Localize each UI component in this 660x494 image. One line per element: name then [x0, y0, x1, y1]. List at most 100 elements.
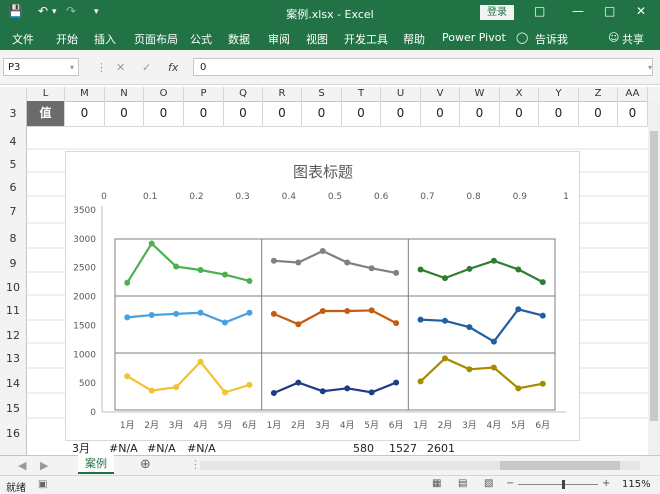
row-header[interactable]: 4	[0, 135, 26, 148]
name-box-dropdown-icon[interactable]: ▾	[70, 63, 74, 72]
table-cell[interactable]: 0	[421, 101, 460, 126]
row-header[interactable]: 14	[0, 377, 26, 390]
value-label-cell[interactable]: 值	[27, 101, 65, 126]
select-all-corner[interactable]	[0, 87, 27, 101]
macro-record-icon[interactable]: ▣	[38, 479, 47, 490]
sheet-tab-active[interactable]: 案例	[78, 455, 114, 474]
tab-power-pivot[interactable]: Power Pivot	[442, 31, 506, 44]
table-cell[interactable]: 0	[342, 101, 381, 126]
table-cell[interactable]: 3月	[72, 442, 90, 455]
cancel-icon[interactable]: ✕	[116, 61, 125, 74]
row-header[interactable]: 10	[0, 281, 26, 294]
table-cell[interactable]: 0	[184, 101, 224, 126]
row-header[interactable]: 5	[0, 158, 26, 171]
row-header[interactable]: 15	[0, 402, 26, 415]
prev-sheet-icon[interactable]: ◀	[18, 459, 26, 472]
next-sheet-icon[interactable]: ▶	[40, 459, 48, 472]
tab-home[interactable]: 开始	[56, 31, 78, 47]
login-button[interactable]: 登录	[480, 5, 514, 20]
zoom-slider-thumb[interactable]	[562, 480, 565, 489]
table-cell[interactable]: 0	[500, 101, 539, 126]
table-cell[interactable]: 2601	[427, 442, 455, 455]
tab-view[interactable]: 视图	[306, 31, 328, 47]
page-layout-view-icon[interactable]: ▤	[458, 478, 467, 489]
col-header[interactable]: S	[302, 87, 342, 101]
row-header[interactable]: 11	[0, 304, 26, 317]
tab-file[interactable]: 文件	[12, 31, 34, 47]
insert-function-icon[interactable]: fx	[168, 61, 178, 74]
zoom-in-icon[interactable]: +	[602, 478, 610, 489]
minimize-icon[interactable]: —	[572, 4, 584, 18]
row-header[interactable]: 3	[0, 107, 26, 120]
tab-page-layout[interactable]: 页面布局	[134, 31, 178, 47]
row-header[interactable]: 12	[0, 329, 26, 342]
tab-help[interactable]: 帮助	[403, 31, 425, 47]
tell-me-search[interactable]: 告诉我	[535, 31, 568, 47]
chart-area[interactable]: 图表标题 0 0.1 0.2 0.3 0.4 0.5 0.6 0.7 0.8 0.9 1 3500 300…	[65, 151, 580, 441]
col-header[interactable]: L	[27, 87, 65, 101]
col-header[interactable]: X	[500, 87, 539, 101]
enter-icon[interactable]: ✓	[142, 61, 151, 74]
y-axis-tick-label: 3500	[73, 206, 96, 216]
table-cell[interactable]: 0	[302, 101, 342, 126]
col-header[interactable]: T	[342, 87, 381, 101]
col-header[interactable]: V	[421, 87, 460, 101]
table-cell[interactable]: #N/A	[187, 442, 216, 455]
row-header[interactable]: 16	[0, 427, 26, 440]
col-header[interactable]: O	[144, 87, 184, 101]
table-cell[interactable]: #N/A	[109, 442, 138, 455]
table-cell[interactable]: 0	[144, 101, 184, 126]
row-header[interactable]: 13	[0, 352, 26, 365]
table-cell[interactable]: 0	[224, 101, 263, 126]
col-header[interactable]: Y	[539, 87, 579, 101]
share-button[interactable]: 共享	[622, 31, 644, 47]
row-header[interactable]: 7	[0, 205, 26, 218]
maximize-icon[interactable]: □	[604, 4, 615, 18]
table-cell[interactable]: 0	[460, 101, 500, 126]
zoom-slider[interactable]	[518, 480, 598, 489]
tab-insert[interactable]: 插入	[94, 31, 116, 47]
tab-review[interactable]: 审阅	[268, 31, 290, 47]
vertical-scrollbar[interactable]	[648, 101, 660, 455]
normal-view-icon[interactable]: ▦	[432, 478, 441, 489]
row-header[interactable]: 9	[0, 257, 26, 270]
col-header[interactable]: M	[65, 87, 105, 101]
ribbon-display-icon[interactable]: □	[534, 4, 545, 18]
expand-formula-icon[interactable]: ▾	[648, 63, 652, 72]
vertical-scroll-thumb[interactable]	[650, 131, 658, 421]
horizontal-scroll-thumb[interactable]	[500, 461, 620, 470]
table-cell[interactable]: 0	[579, 101, 618, 126]
table-cell[interactable]: 1527	[389, 442, 417, 455]
title-bar: 💾 ↶ ▾ ↷ ▾ 案例.xlsx - Excel 登录 □ — □ ✕	[0, 0, 660, 25]
row-header[interactable]: 6	[0, 181, 26, 194]
data-point	[539, 380, 546, 387]
formula-input[interactable]: 0	[193, 58, 653, 76]
zoom-level[interactable]: 115%	[622, 479, 651, 490]
col-header[interactable]: R	[263, 87, 302, 101]
page-break-view-icon[interactable]: ▧	[484, 478, 493, 489]
table-cell[interactable]: 0	[539, 101, 579, 126]
name-box[interactable]: P3	[3, 58, 79, 76]
zoom-out-icon[interactable]: −	[506, 478, 514, 489]
tab-data[interactable]: 数据	[228, 31, 250, 47]
col-header[interactable]: U	[381, 87, 421, 101]
table-cell[interactable]: 0	[618, 101, 648, 126]
col-header[interactable]: AA	[618, 87, 648, 101]
row-header[interactable]: 8	[0, 232, 26, 245]
table-cell[interactable]: 0	[105, 101, 144, 126]
horizontal-scrollbar[interactable]	[200, 461, 640, 470]
col-header[interactable]: Q	[224, 87, 263, 101]
table-cell[interactable]: 0	[381, 101, 421, 126]
table-cell[interactable]: 0	[263, 101, 302, 126]
col-header[interactable]: N	[105, 87, 144, 101]
table-cell[interactable]: 0	[65, 101, 105, 126]
table-cell[interactable]: 580	[353, 442, 374, 455]
col-header[interactable]: Z	[579, 87, 618, 101]
col-header[interactable]: P	[184, 87, 224, 101]
close-icon[interactable]: ✕	[636, 4, 646, 18]
tab-developer[interactable]: 开发工具	[344, 31, 388, 47]
table-cell[interactable]: #N/A	[147, 442, 176, 455]
add-sheet-icon[interactable]: ⊕	[140, 457, 151, 472]
col-header[interactable]: W	[460, 87, 500, 101]
tab-formulas[interactable]: 公式	[190, 31, 212, 47]
